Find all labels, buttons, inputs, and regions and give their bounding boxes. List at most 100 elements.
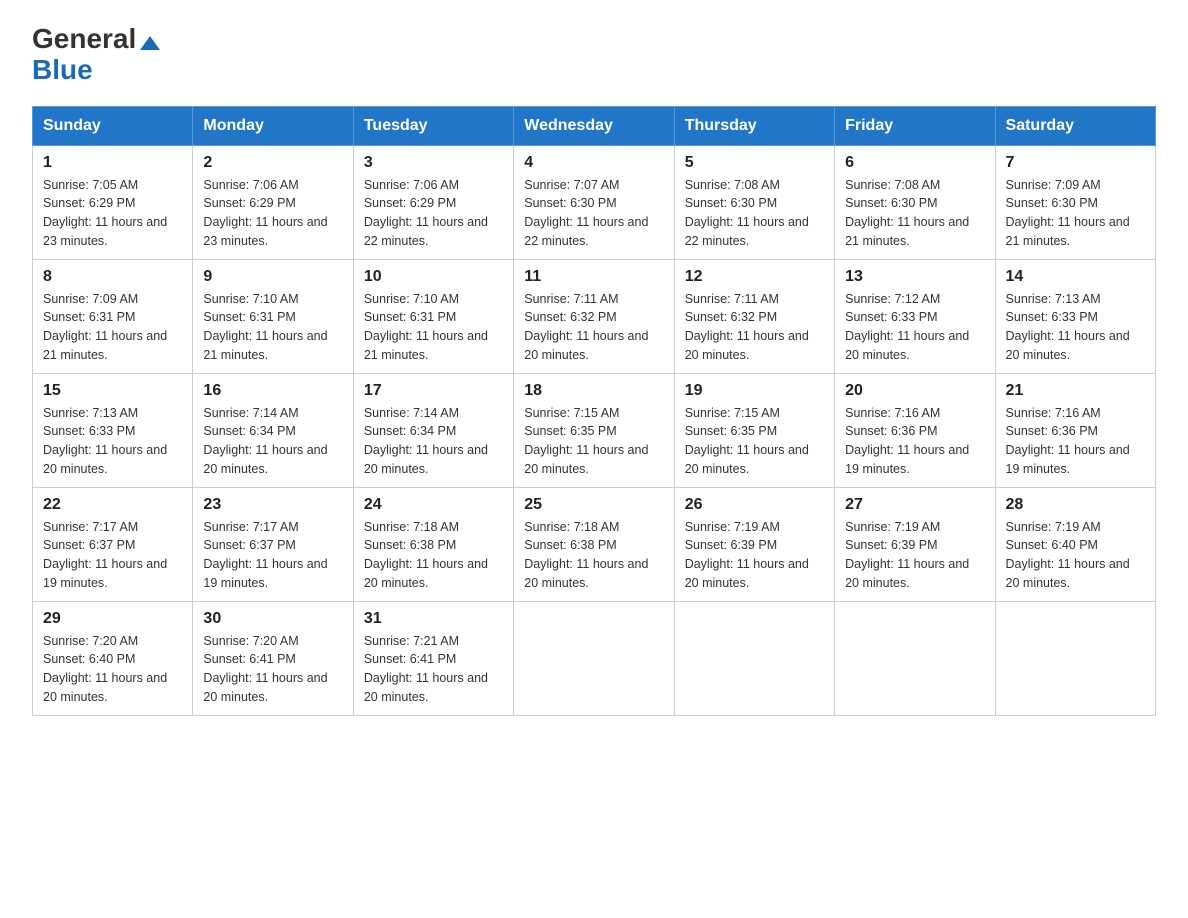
calendar-body: 1Sunrise: 7:05 AMSunset: 6:29 PMDaylight…: [33, 145, 1156, 715]
day-info: Sunrise: 7:13 AMSunset: 6:33 PMDaylight:…: [1006, 290, 1145, 365]
calendar-cell: 25 Sunrise: 7:18 AMSunset: 6:38 PMDayligh…: [514, 487, 674, 601]
header-wednesday: Wednesday: [514, 106, 674, 145]
calendar-week-2: 8 Sunrise: 7:09 AMSunset: 6:31 PMDaylight…: [33, 259, 1156, 373]
day-number: 10: [364, 268, 503, 286]
logo-blue: Blue: [32, 55, 160, 86]
day-info: Sunrise: 7:09 AMSunset: 6:31 PMDaylight:…: [43, 290, 182, 365]
day-number: 30: [203, 610, 342, 628]
day-info: Sunrise: 7:11 AMSunset: 6:32 PMDaylight:…: [685, 290, 824, 365]
calendar-week-3: 15Sunrise: 7:13 AMSunset: 6:33 PMDayligh…: [33, 373, 1156, 487]
calendar-table: Sunday Monday Tuesday Wednesday Thursday…: [32, 106, 1156, 716]
day-number: 3: [364, 154, 503, 172]
calendar-cell: 9 Sunrise: 7:10 AMSunset: 6:31 PMDaylight…: [193, 259, 353, 373]
calendar-cell: 3Sunrise: 7:06 AMSunset: 6:29 PMDaylight…: [353, 145, 513, 259]
calendar-week-5: 29Sunrise: 7:20 AMSunset: 6:40 PMDayligh…: [33, 601, 1156, 715]
day-info: Sunrise: 7:14 AMSunset: 6:34 PMDaylight:…: [203, 404, 342, 479]
calendar-cell: 22 Sunrise: 7:17 AMSunset: 6:37 PMDayligh…: [33, 487, 193, 601]
day-number: 11: [524, 268, 663, 286]
day-number: 8: [43, 268, 182, 286]
calendar-cell: 17 Sunrise: 7:14 AMSunset: 6:34 PMDayligh…: [353, 373, 513, 487]
day-info: Sunrise: 7:12 AMSunset: 6:33 PMDaylight:…: [845, 290, 984, 365]
day-info: Sunrise: 7:06 AMSunset: 6:29 PMDaylight:…: [203, 176, 342, 251]
calendar-week-4: 22 Sunrise: 7:17 AMSunset: 6:37 PMDayligh…: [33, 487, 1156, 601]
day-number: 14: [1006, 268, 1145, 286]
day-number: 6: [845, 154, 984, 172]
calendar-cell: [514, 601, 674, 715]
calendar-cell: 26 Sunrise: 7:19 AMSunset: 6:39 PMDayligh…: [674, 487, 834, 601]
calendar-cell: 24 Sunrise: 7:18 AMSunset: 6:38 PMDayligh…: [353, 487, 513, 601]
calendar-cell: 5 Sunrise: 7:08 AMSunset: 6:30 PMDaylight…: [674, 145, 834, 259]
header-tuesday: Tuesday: [353, 106, 513, 145]
day-info: Sunrise: 7:16 AMSunset: 6:36 PMDaylight:…: [845, 404, 984, 479]
day-number: 19: [685, 382, 824, 400]
calendar-cell: 15Sunrise: 7:13 AMSunset: 6:33 PMDayligh…: [33, 373, 193, 487]
calendar-cell: 6 Sunrise: 7:08 AMSunset: 6:30 PMDaylight…: [835, 145, 995, 259]
day-info: Sunrise: 7:07 AMSunset: 6:30 PMDaylight:…: [524, 176, 663, 251]
calendar-cell: 14 Sunrise: 7:13 AMSunset: 6:33 PMDayligh…: [995, 259, 1155, 373]
day-info: Sunrise: 7:11 AMSunset: 6:32 PMDaylight:…: [524, 290, 663, 365]
day-number: 23: [203, 496, 342, 514]
day-info: Sunrise: 7:08 AMSunset: 6:30 PMDaylight:…: [845, 176, 984, 251]
day-info: Sunrise: 7:10 AMSunset: 6:31 PMDaylight:…: [364, 290, 503, 365]
day-info: Sunrise: 7:08 AMSunset: 6:30 PMDaylight:…: [685, 176, 824, 251]
page-header: General Blue: [32, 24, 1156, 86]
day-number: 7: [1006, 154, 1145, 172]
header-friday: Friday: [835, 106, 995, 145]
day-info: Sunrise: 7:14 AMSunset: 6:34 PMDaylight:…: [364, 404, 503, 479]
day-info: Sunrise: 7:15 AMSunset: 6:35 PMDaylight:…: [685, 404, 824, 479]
day-info: Sunrise: 7:19 AMSunset: 6:39 PMDaylight:…: [685, 518, 824, 593]
day-number: 4: [524, 154, 663, 172]
calendar-cell: [835, 601, 995, 715]
calendar-header: Sunday Monday Tuesday Wednesday Thursday…: [33, 106, 1156, 145]
day-number: 5: [685, 154, 824, 172]
calendar-week-1: 1Sunrise: 7:05 AMSunset: 6:29 PMDaylight…: [33, 145, 1156, 259]
day-info: Sunrise: 7:17 AMSunset: 6:37 PMDaylight:…: [43, 518, 182, 593]
day-number: 9: [203, 268, 342, 286]
day-info: Sunrise: 7:21 AMSunset: 6:41 PMDaylight:…: [364, 632, 503, 707]
day-number: 28: [1006, 496, 1145, 514]
calendar-cell: 10 Sunrise: 7:10 AMSunset: 6:31 PMDayligh…: [353, 259, 513, 373]
day-info: Sunrise: 7:05 AMSunset: 6:29 PMDaylight:…: [43, 176, 182, 251]
calendar-cell: 4 Sunrise: 7:07 AMSunset: 6:30 PMDaylight…: [514, 145, 674, 259]
calendar-cell: 30 Sunrise: 7:20 AMSunset: 6:41 PMDayligh…: [193, 601, 353, 715]
calendar-cell: 2Sunrise: 7:06 AMSunset: 6:29 PMDaylight…: [193, 145, 353, 259]
day-info: Sunrise: 7:10 AMSunset: 6:31 PMDaylight:…: [203, 290, 342, 365]
day-info: Sunrise: 7:20 AMSunset: 6:41 PMDaylight:…: [203, 632, 342, 707]
day-number: 12: [685, 268, 824, 286]
day-info: Sunrise: 7:13 AMSunset: 6:33 PMDaylight:…: [43, 404, 182, 479]
day-number: 26: [685, 496, 824, 514]
calendar-cell: 8 Sunrise: 7:09 AMSunset: 6:31 PMDaylight…: [33, 259, 193, 373]
calendar-cell: 23Sunrise: 7:17 AMSunset: 6:37 PMDayligh…: [193, 487, 353, 601]
calendar-cell: 29Sunrise: 7:20 AMSunset: 6:40 PMDayligh…: [33, 601, 193, 715]
calendar-cell: 21 Sunrise: 7:16 AMSunset: 6:36 PMDayligh…: [995, 373, 1155, 487]
day-info: Sunrise: 7:18 AMSunset: 6:38 PMDaylight:…: [364, 518, 503, 593]
calendar-cell: 7 Sunrise: 7:09 AMSunset: 6:30 PMDaylight…: [995, 145, 1155, 259]
day-number: 25: [524, 496, 663, 514]
calendar-cell: 18Sunrise: 7:15 AMSunset: 6:35 PMDayligh…: [514, 373, 674, 487]
day-info: Sunrise: 7:16 AMSunset: 6:36 PMDaylight:…: [1006, 404, 1145, 479]
day-info: Sunrise: 7:18 AMSunset: 6:38 PMDaylight:…: [524, 518, 663, 593]
day-number: 24: [364, 496, 503, 514]
calendar-cell: [995, 601, 1155, 715]
day-info: Sunrise: 7:15 AMSunset: 6:35 PMDaylight:…: [524, 404, 663, 479]
calendar-cell: 16Sunrise: 7:14 AMSunset: 6:34 PMDayligh…: [193, 373, 353, 487]
logo: General Blue: [32, 24, 160, 86]
header-thursday: Thursday: [674, 106, 834, 145]
header-monday: Monday: [193, 106, 353, 145]
day-info: Sunrise: 7:09 AMSunset: 6:30 PMDaylight:…: [1006, 176, 1145, 251]
day-number: 21: [1006, 382, 1145, 400]
calendar-cell: 31 Sunrise: 7:21 AMSunset: 6:41 PMDayligh…: [353, 601, 513, 715]
calendar-cell: 28Sunrise: 7:19 AMSunset: 6:40 PMDayligh…: [995, 487, 1155, 601]
calendar-cell: [674, 601, 834, 715]
logo-general: General: [32, 24, 160, 55]
calendar-cell: 19 Sunrise: 7:15 AMSunset: 6:35 PMDayligh…: [674, 373, 834, 487]
day-number: 13: [845, 268, 984, 286]
day-number: 17: [364, 382, 503, 400]
day-number: 27: [845, 496, 984, 514]
header-saturday: Saturday: [995, 106, 1155, 145]
day-info: Sunrise: 7:19 AMSunset: 6:39 PMDaylight:…: [845, 518, 984, 593]
calendar-cell: 12 Sunrise: 7:11 AMSunset: 6:32 PMDayligh…: [674, 259, 834, 373]
day-number: 22: [43, 496, 182, 514]
day-number: 31: [364, 610, 503, 628]
calendar-cell: 1Sunrise: 7:05 AMSunset: 6:29 PMDaylight…: [33, 145, 193, 259]
